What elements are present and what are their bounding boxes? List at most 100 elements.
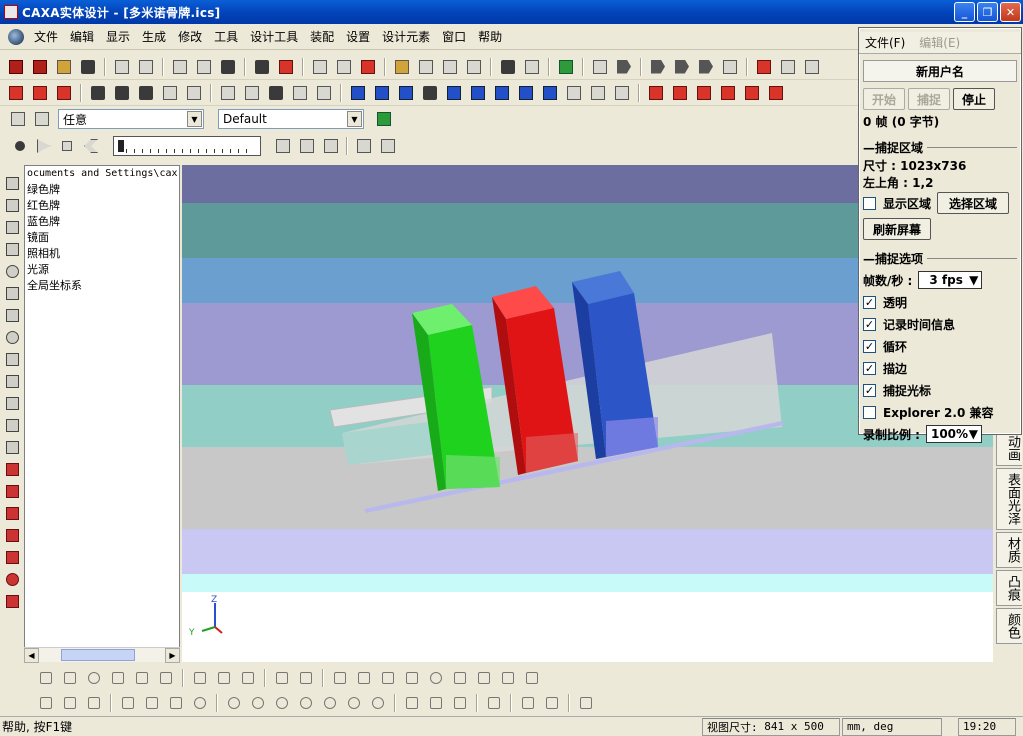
walk-icon[interactable] <box>3 218 21 236</box>
loft-icon[interactable] <box>160 83 180 103</box>
circle-tool-icon[interactable] <box>225 694 243 712</box>
text-icon[interactable] <box>498 57 518 77</box>
edit-icon[interactable] <box>3 438 21 456</box>
line-tool-icon[interactable] <box>37 694 55 712</box>
sketch-tool-icon[interactable] <box>85 669 103 687</box>
sketch-tool-icon[interactable] <box>355 669 373 687</box>
new-design-icon[interactable] <box>30 57 50 77</box>
style-select[interactable]: Default ▼ <box>218 109 364 129</box>
chamfer-icon[interactable] <box>242 83 262 103</box>
rotate-view-icon[interactable] <box>170 57 190 77</box>
corner-tool-icon[interactable] <box>519 694 537 712</box>
line-tool-icon[interactable] <box>61 694 79 712</box>
chevron-down-icon[interactable]: ▼ <box>969 273 978 287</box>
ellipse-tool-icon[interactable] <box>369 694 387 712</box>
selection-filter-select[interactable]: 任意 ▼ <box>58 109 204 129</box>
scale-select[interactable]: 100% ▼ <box>925 425 982 443</box>
chevron-down-icon[interactable]: ▼ <box>969 427 978 441</box>
face-flip-icon[interactable] <box>540 83 560 103</box>
menu-file[interactable]: 文件 <box>28 24 64 50</box>
face-move-icon[interactable] <box>348 83 368 103</box>
sketch-tool-icon[interactable] <box>157 669 175 687</box>
circle-tool-icon[interactable] <box>345 694 363 712</box>
explorer-compat-checkbox[interactable] <box>863 405 876 419</box>
spline-tool-icon[interactable] <box>485 694 503 712</box>
stop-icon[interactable] <box>58 136 78 156</box>
shape-tool-icon[interactable] <box>143 694 161 712</box>
menu-generate[interactable]: 生成 <box>136 24 172 50</box>
chevron-down-icon[interactable]: ▼ <box>347 111 362 127</box>
tool-a-icon[interactable] <box>310 57 330 77</box>
extrude-icon[interactable] <box>88 83 108 103</box>
transparent-checkbox[interactable]: ✓ <box>863 295 876 309</box>
boolean-subtract-icon[interactable] <box>670 83 690 103</box>
text-tool-icon[interactable] <box>3 592 21 610</box>
face-delete-icon[interactable] <box>420 83 440 103</box>
capture-cursor-checkbox[interactable]: ✓ <box>863 383 876 397</box>
menu-modify[interactable]: 修改 <box>172 24 208 50</box>
sketch-tool-icon[interactable] <box>133 669 151 687</box>
tab-color[interactable]: 颜色 <box>996 608 1022 644</box>
sketch-tool-icon[interactable] <box>403 669 421 687</box>
camera-move-icon[interactable] <box>3 350 21 368</box>
prism-icon[interactable] <box>54 83 74 103</box>
show-region-checkbox[interactable] <box>863 196 876 210</box>
time-info-checkbox[interactable]: ✓ <box>863 317 876 331</box>
menu-view[interactable]: 显示 <box>100 24 136 50</box>
sketch-tool-icon[interactable] <box>331 669 349 687</box>
chevron-down-icon[interactable]: ▼ <box>187 111 202 127</box>
shell-icon[interactable] <box>184 83 204 103</box>
capture-menu-file[interactable]: 文件(F) <box>865 34 905 51</box>
shape-tool-icon[interactable] <box>119 694 137 712</box>
camera-rotate-icon[interactable] <box>3 372 21 390</box>
sketch-tool-icon[interactable] <box>37 669 55 687</box>
select-region-button[interactable]: 选择区域 <box>937 192 1010 214</box>
tool-j-icon[interactable] <box>590 57 610 77</box>
sketch-tool-icon[interactable] <box>427 669 445 687</box>
circle-tool-icon[interactable] <box>297 694 315 712</box>
close-button[interactable]: ✕ <box>1000 2 1021 22</box>
sketch-tool-icon[interactable] <box>451 669 469 687</box>
tab-emboss[interactable]: 凸痕 <box>996 570 1022 606</box>
capture-menu-edit[interactable]: 编辑(E) <box>919 34 960 51</box>
anim-tool-b-icon[interactable] <box>378 136 398 156</box>
box-icon[interactable] <box>6 83 26 103</box>
offset-tool-icon[interactable] <box>577 694 595 712</box>
sketch-tool-icon[interactable] <box>191 669 209 687</box>
face-offset-icon[interactable] <box>396 83 416 103</box>
scroll-right-icon[interactable]: ▶ <box>165 648 180 663</box>
menu-assembly[interactable]: 装配 <box>304 24 340 50</box>
circle-tool-icon[interactable] <box>249 694 267 712</box>
tree-item-blue[interactable]: 蓝色牌 <box>25 214 179 230</box>
rewind-icon[interactable] <box>81 136 101 156</box>
slider-thumb[interactable] <box>118 140 124 152</box>
fps-select[interactable]: 3 fps ▼ <box>918 271 983 289</box>
save-icon[interactable] <box>78 57 98 77</box>
tree-item-green[interactable]: 绿色牌 <box>25 182 179 198</box>
tool-q-icon[interactable] <box>778 57 798 77</box>
menu-help[interactable]: 帮助 <box>472 24 508 50</box>
tool-g-icon[interactable] <box>464 57 484 77</box>
sketch-a-icon[interactable] <box>3 460 21 478</box>
tool-k-icon[interactable] <box>614 57 634 77</box>
face-cover-icon[interactable] <box>492 83 512 103</box>
arc-tool-icon[interactable] <box>427 694 445 712</box>
tree-item-global-coords[interactable]: 全局坐标系 <box>25 278 179 294</box>
menu-design-elements[interactable]: 设计元素 <box>376 24 436 50</box>
animation-timeline-slider[interactable] <box>113 136 262 156</box>
start-button[interactable]: 开始 <box>863 88 905 110</box>
face-match-icon[interactable] <box>444 83 464 103</box>
sketch-tool-icon[interactable] <box>215 669 233 687</box>
sketch-e-icon[interactable] <box>3 548 21 566</box>
menu-design-tools[interactable]: 设计工具 <box>244 24 304 50</box>
arc-tool-icon[interactable] <box>451 694 469 712</box>
zoom-icon[interactable] <box>3 262 21 280</box>
path-icon[interactable] <box>297 136 317 156</box>
tab-material[interactable]: 材质 <box>996 532 1022 568</box>
record-icon[interactable] <box>10 136 30 156</box>
face-merge-icon[interactable] <box>588 83 608 103</box>
tab-surface-gloss[interactable]: 表面光泽 <box>996 468 1022 530</box>
tree-horizontal-scrollbar[interactable]: ◀ ▶ <box>24 647 180 663</box>
tool-b-icon[interactable] <box>334 57 354 77</box>
wedge-icon[interactable] <box>30 83 50 103</box>
